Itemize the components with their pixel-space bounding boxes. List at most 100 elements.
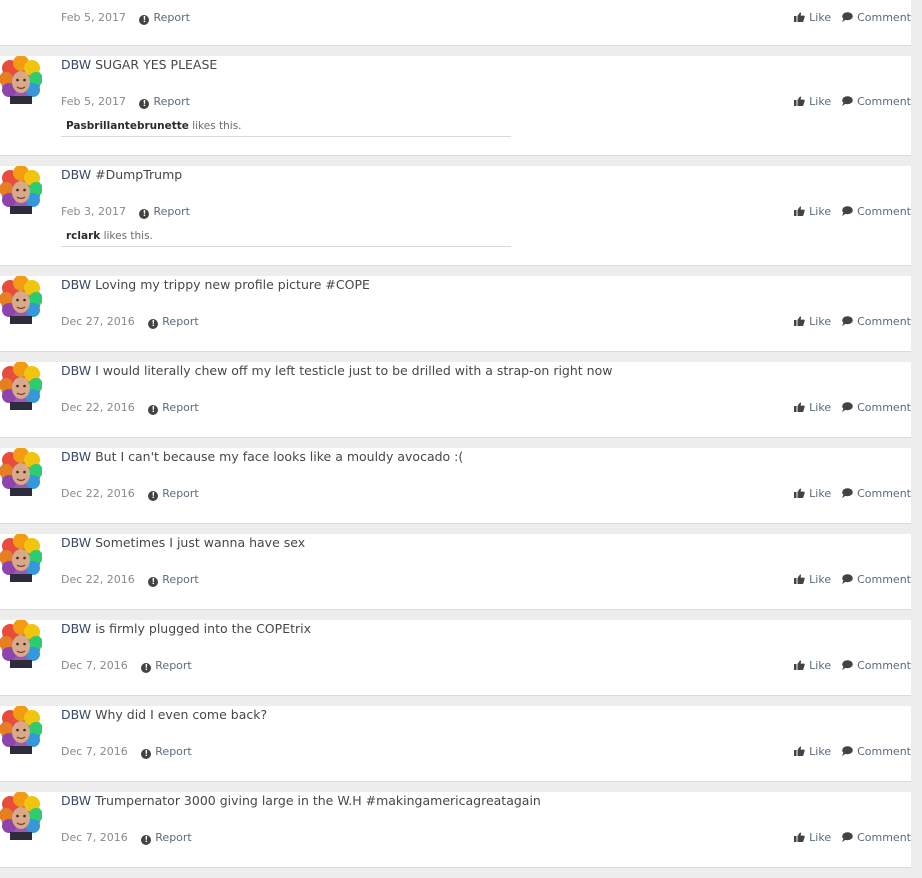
- post-actions: Like Comment: [794, 658, 911, 675]
- comment-label: Comment: [857, 831, 911, 844]
- like-button[interactable]: Like: [794, 10, 831, 27]
- poster-name[interactable]: DBW: [61, 707, 91, 722]
- comment-button[interactable]: Comment: [841, 94, 911, 111]
- post-text: I would literally chew off my left testi…: [95, 363, 613, 378]
- thumbs-up-icon: [794, 831, 805, 847]
- post-meta: Feb 5, 2017 ! Report: [61, 94, 190, 110]
- avatar[interactable]: [0, 448, 42, 496]
- post-meta: Dec 27, 2016 ! Report: [61, 314, 199, 330]
- post-date: Feb 3, 2017: [61, 205, 126, 218]
- info-icon: !: [148, 491, 159, 501]
- like-button[interactable]: Like: [794, 744, 831, 761]
- like-button[interactable]: Like: [794, 830, 831, 847]
- report-link[interactable]: ! Report: [148, 487, 199, 501]
- likes-summary: Pasbrillantebrunette likes this.: [61, 117, 511, 137]
- report-label: Report: [162, 487, 199, 500]
- post-actions: Like Comment: [794, 10, 911, 27]
- like-button[interactable]: Like: [794, 658, 831, 675]
- report-link[interactable]: ! Report: [148, 573, 199, 587]
- avatar[interactable]: [0, 534, 42, 582]
- like-label: Like: [809, 95, 832, 108]
- speech-bubble-icon: [841, 659, 853, 675]
- poster-name[interactable]: DBW: [61, 621, 91, 636]
- report-link[interactable]: ! Report: [141, 659, 192, 673]
- comment-label: Comment: [857, 573, 911, 586]
- avatar[interactable]: [0, 166, 42, 214]
- info-icon: !: [141, 663, 152, 673]
- comment-label: Comment: [857, 659, 911, 672]
- poster-name[interactable]: DBW: [61, 363, 91, 378]
- like-label: Like: [809, 487, 832, 500]
- report-link[interactable]: ! Report: [139, 95, 190, 109]
- like-label: Like: [809, 831, 832, 844]
- thumbs-up-icon: [794, 205, 805, 221]
- like-button[interactable]: Like: [794, 314, 831, 331]
- report-label: Report: [162, 315, 199, 328]
- report-link[interactable]: ! Report: [139, 11, 190, 25]
- avatar[interactable]: [0, 620, 42, 668]
- report-link[interactable]: ! Report: [141, 745, 192, 759]
- liker-name[interactable]: Pasbrillantebrunette: [66, 120, 189, 132]
- post-meta: Dec 22, 2016 ! Report: [61, 486, 199, 502]
- comment-label: Comment: [857, 401, 911, 414]
- info-icon: !: [141, 749, 152, 759]
- poster-name[interactable]: DBW: [61, 167, 91, 182]
- avatar[interactable]: [0, 56, 42, 104]
- thumbs-up-icon: [794, 573, 805, 589]
- post-actions: Like Comment: [794, 572, 911, 589]
- like-label: Like: [809, 573, 832, 586]
- like-button[interactable]: Like: [794, 486, 831, 503]
- report-label: Report: [155, 831, 192, 844]
- profile-post: DBW is firmly plugged into the COPEtrix …: [0, 620, 911, 696]
- liker-name[interactable]: rclark: [66, 230, 100, 242]
- avatar[interactable]: [0, 792, 42, 840]
- like-label: Like: [809, 11, 832, 24]
- report-link[interactable]: ! Report: [148, 401, 199, 415]
- likes-suffix: likes this.: [192, 120, 242, 132]
- comment-button[interactable]: Comment: [841, 572, 911, 589]
- like-button[interactable]: Like: [794, 572, 831, 589]
- post-actions: Like Comment: [794, 744, 911, 761]
- comment-button[interactable]: Comment: [841, 830, 911, 847]
- post-date: Dec 22, 2016: [61, 487, 135, 500]
- poster-name[interactable]: DBW: [61, 449, 91, 464]
- post-text: Why did I even come back?: [95, 707, 268, 722]
- report-link[interactable]: ! Report: [141, 831, 192, 845]
- comment-button[interactable]: Comment: [841, 400, 911, 417]
- info-icon: !: [139, 99, 150, 109]
- post-message: DBW Why did I even come back?: [61, 706, 267, 724]
- comment-label: Comment: [857, 487, 911, 500]
- report-label: Report: [153, 11, 190, 24]
- poster-name[interactable]: DBW: [61, 535, 91, 550]
- like-label: Like: [809, 401, 832, 414]
- report-link[interactable]: ! Report: [139, 205, 190, 219]
- post-text: #DumpTrump: [95, 167, 183, 182]
- comment-button[interactable]: Comment: [841, 314, 911, 331]
- comment-button[interactable]: Comment: [841, 486, 911, 503]
- comment-button[interactable]: Comment: [841, 204, 911, 221]
- thumbs-up-icon: [794, 659, 805, 675]
- post-text: But I can't because my face looks like a…: [95, 449, 464, 464]
- poster-name[interactable]: DBW: [61, 277, 91, 292]
- comment-button[interactable]: Comment: [841, 744, 911, 761]
- avatar[interactable]: [0, 706, 42, 754]
- comment-label: Comment: [857, 745, 911, 758]
- like-button[interactable]: Like: [794, 400, 831, 417]
- report-link[interactable]: ! Report: [148, 315, 199, 329]
- like-label: Like: [809, 745, 832, 758]
- poster-name[interactable]: DBW: [61, 57, 91, 72]
- like-button[interactable]: Like: [794, 204, 831, 221]
- profile-post: DBW Trumpernator 3000 giving large in th…: [0, 792, 911, 868]
- like-button[interactable]: Like: [794, 94, 831, 111]
- poster-name[interactable]: DBW: [61, 793, 91, 808]
- comment-button[interactable]: Comment: [841, 10, 911, 27]
- info-icon: !: [148, 577, 159, 587]
- report-label: Report: [162, 401, 199, 414]
- avatar[interactable]: [0, 362, 42, 410]
- speech-bubble-icon: [841, 315, 853, 331]
- info-icon: !: [139, 209, 150, 219]
- likes-suffix: likes this.: [103, 230, 153, 242]
- avatar[interactable]: [0, 276, 42, 324]
- post-actions: Like Comment: [794, 400, 911, 417]
- comment-button[interactable]: Comment: [841, 658, 911, 675]
